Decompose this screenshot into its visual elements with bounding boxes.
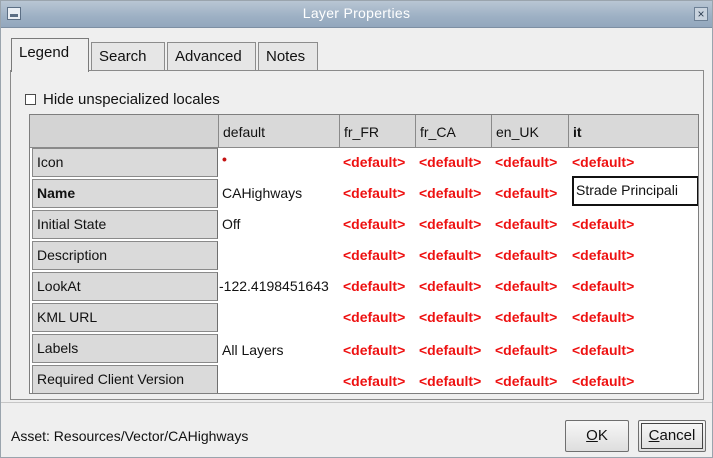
cell-initial-state-default[interactable]: Off <box>222 216 338 232</box>
ok-label-rest: K <box>597 427 608 444</box>
cancel-label-rest: ancel <box>659 427 696 444</box>
cell-kml-url-fr-fr[interactable]: <default> <box>343 309 417 325</box>
cell-lookat-fr-ca[interactable]: <default> <box>419 278 493 294</box>
cell-kml-url-en-uk[interactable]: <default> <box>495 309 569 325</box>
tab-notes[interactable]: Notes <box>258 42 318 71</box>
cell-required-client-version-fr-ca[interactable]: <default> <box>419 373 493 389</box>
row-header-labels[interactable]: Labels <box>32 334 218 363</box>
row-header-name[interactable]: Name <box>32 179 218 208</box>
cell-lookat-en-uk[interactable]: <default> <box>495 278 569 294</box>
column-header-default[interactable]: default <box>219 115 340 148</box>
cell-description-fr-fr[interactable]: <default> <box>343 247 417 263</box>
row-header-required-client-version[interactable]: Required Client Version <box>32 365 218 393</box>
cell-icon-fr-fr[interactable]: <default> <box>343 154 417 170</box>
cell-icon-it[interactable]: <default> <box>572 154 692 170</box>
cell-description-it[interactable]: <default> <box>572 247 692 263</box>
cell-lookat-fr-fr[interactable]: <default> <box>343 278 417 294</box>
cell-icon-fr-ca[interactable]: <default> <box>419 154 493 170</box>
cell-description-en-uk[interactable]: <default> <box>495 247 569 263</box>
cell-name-en-uk[interactable]: <default> <box>495 185 571 201</box>
row-header-description[interactable]: Description <box>32 241 218 270</box>
cell-kml-url-fr-ca[interactable]: <default> <box>419 309 493 325</box>
cell-initial-state-fr-ca[interactable]: <default> <box>419 216 493 232</box>
cell-name-fr-ca[interactable]: <default> <box>419 185 493 201</box>
cell-labels-fr-ca[interactable]: <default> <box>419 342 493 358</box>
cell-name-it-editor[interactable]: Strade Principali <box>572 176 698 206</box>
checkbox-box[interactable] <box>25 94 36 105</box>
hide-unspecialized-checkbox[interactable]: Hide unspecialized locales <box>25 91 220 108</box>
cell-initial-state-fr-fr[interactable]: <default> <box>343 216 417 232</box>
cell-kml-url-it[interactable]: <default> <box>572 309 692 325</box>
cell-labels-en-uk[interactable]: <default> <box>495 342 569 358</box>
cell-name-fr-fr[interactable]: <default> <box>343 185 417 201</box>
column-header-fr-ca[interactable]: fr_CA <box>416 115 492 148</box>
row-header-initial-state[interactable]: Initial State <box>32 210 218 239</box>
cell-initial-state-it[interactable]: <default> <box>572 216 692 232</box>
cell-description-fr-ca[interactable]: <default> <box>419 247 493 263</box>
tab-advanced[interactable]: Advanced <box>167 42 256 71</box>
tab-search[interactable]: Search <box>91 42 165 71</box>
locale-table: default fr_FR fr_CA en_UK it Icon Name I… <box>29 114 699 394</box>
row-header-lookat[interactable]: LookAt <box>32 272 218 301</box>
cell-required-client-version-it[interactable]: <default> <box>572 373 692 389</box>
column-header-it[interactable]: it <box>569 115 698 148</box>
row-header-icon[interactable]: Icon <box>32 148 218 177</box>
close-icon[interactable]: × <box>694 7 708 21</box>
checkbox-label: Hide unspecialized locales <box>43 91 220 108</box>
cell-initial-state-en-uk[interactable]: <default> <box>495 216 569 232</box>
footer-divider <box>1 402 712 403</box>
title-bar[interactable]: Layer Properties × <box>1 1 712 28</box>
cancel-mnemonic: C <box>648 427 660 444</box>
ok-button[interactable]: OK <box>565 420 629 452</box>
window-title: Layer Properties <box>302 5 411 21</box>
column-header-en-uk[interactable]: en_UK <box>492 115 569 148</box>
layer-properties-dialog: Layer Properties × Legend Search Advance… <box>0 0 713 458</box>
cell-lookat-it[interactable]: <default> <box>572 278 692 294</box>
cancel-button[interactable]: Cancel <box>638 420 706 452</box>
cell-labels-default[interactable]: All Layers <box>222 342 338 358</box>
asset-path: Asset: Resources/Vector/CAHighways <box>11 428 249 444</box>
cell-labels-it[interactable]: <default> <box>572 342 692 358</box>
row-header-kml-url[interactable]: KML URL <box>32 303 218 332</box>
cell-required-client-version-en-uk[interactable]: <default> <box>495 373 569 389</box>
table-corner <box>30 115 219 148</box>
ok-mnemonic: O <box>586 427 598 444</box>
cell-name-default[interactable]: CAHighways <box>222 185 338 201</box>
cell-required-client-version-fr-fr[interactable]: <default> <box>343 373 417 389</box>
cell-icon-default[interactable]: • <box>222 151 338 167</box>
column-header-fr-fr[interactable]: fr_FR <box>340 115 416 148</box>
tab-legend[interactable]: Legend <box>11 38 89 72</box>
cell-lookat-default[interactable]: -122.4198451643 <box>219 278 338 294</box>
cell-labels-fr-fr[interactable]: <default> <box>343 342 417 358</box>
cell-icon-en-uk[interactable]: <default> <box>495 154 569 170</box>
